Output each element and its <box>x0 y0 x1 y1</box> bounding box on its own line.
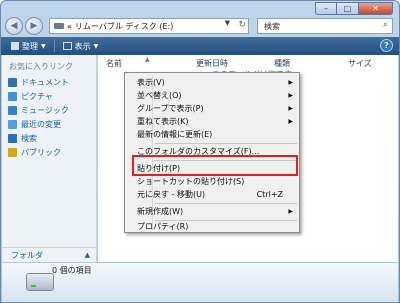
favorites-list: ドキュメント ピクチャ ミュージック 最近の変更 検索 パブリック <box>8 75 69 159</box>
item-count: 0 個の項目 <box>52 266 92 275</box>
navigation-pane: お気に入りリンク ドキュメント ピクチャ ミュージック 最近の変更 検索 パブリ… <box>2 55 97 289</box>
menu-shortcut: Ctrl+Z <box>256 190 283 199</box>
menu-item-label: 新規作成(W) <box>137 207 184 216</box>
sidebar-item-recent[interactable]: 最近の変更 <box>8 117 69 131</box>
sidebar-item-label: 最近の変更 <box>21 119 61 129</box>
recent-changes-icon <box>8 119 17 129</box>
maximize-button[interactable]: □ <box>337 2 359 15</box>
refresh-icon[interactable]: ↻ <box>238 20 246 30</box>
address-bar[interactable]: « リムーバブル ディスク (E:) ▼ ↻ <box>49 18 249 34</box>
menu-item-sort[interactable]: 並べ替え(O) ▶ <box>137 89 297 102</box>
organize-icon <box>11 42 19 50</box>
column-label: 名前 <box>106 59 122 68</box>
menu-item-view[interactable]: 表示(V) ▶ <box>137 76 297 89</box>
menu-item-label: グループで表示(P) <box>137 104 204 113</box>
forward-button[interactable]: ▶ <box>25 17 43 35</box>
menu-item-label: ショートカットの貼り付け(S) <box>137 177 245 186</box>
submenu-arrow-icon: ▶ <box>288 92 293 99</box>
menu-item-paste-shortcut[interactable]: ショートカットの貼り付け(S) <box>137 175 297 188</box>
explorer-window: – □ ✕ ◀ ▶ « リムーバブル ディスク (E:) ▼ ↻ 検索 ⌕ 整理… <box>0 0 400 303</box>
paste-highlight-box <box>132 155 298 176</box>
submenu-arrow-icon: ▶ <box>288 105 293 112</box>
sidebar-item-label: パブリック <box>21 147 61 157</box>
sidebar-item-search[interactable]: 検索 <box>8 131 69 145</box>
views-button[interactable]: 表示 ▼ <box>59 41 103 52</box>
sidebar-item-label: ドキュメント <box>21 77 69 87</box>
column-label: 更新日時 <box>196 59 228 68</box>
chevron-down-icon: ▼ <box>93 42 99 50</box>
menu-item-properties[interactable]: プロパティ(R) <box>137 220 297 233</box>
menu-item-label: 表示(V) <box>137 78 165 87</box>
minimize-button[interactable]: – <box>315 2 337 15</box>
sidebar-item-documents[interactable]: ドキュメント <box>8 75 69 89</box>
menu-item-label: 並べ替え(O) <box>137 91 182 100</box>
organize-button[interactable]: 整理 ▼ <box>7 41 50 52</box>
chevron-up-icon[interactable]: ▲ <box>85 251 90 259</box>
documents-icon <box>8 77 17 87</box>
menu-separator <box>155 203 297 204</box>
menu-item-label: 元に戻す - 移動(U) <box>137 190 206 199</box>
search-folder-icon <box>8 133 17 143</box>
sidebar-item-label: ピクチャ <box>21 91 53 101</box>
column-header-size[interactable]: サイズ <box>348 58 372 70</box>
folders-label: フォルダ <box>11 251 43 260</box>
command-toolbar: 整理 ▼ 表示 ▼ ? <box>1 37 399 55</box>
menu-item-refresh[interactable]: 最新の情報に更新(E) <box>137 128 297 141</box>
toolbar-divider <box>53 40 55 52</box>
removable-drive-icon <box>26 273 54 291</box>
address-chevron-icon: « <box>67 21 72 31</box>
sidebar-item-public[interactable]: パブリック <box>8 145 69 159</box>
submenu-arrow-icon: ▶ <box>288 79 293 86</box>
sidebar-item-label: 検索 <box>21 133 37 143</box>
menu-item-undo-move[interactable]: 元に戻す - 移動(U) Ctrl+Z <box>137 188 297 201</box>
search-placeholder: 検索 <box>264 21 280 31</box>
column-header-name[interactable]: 名前 <box>106 58 122 70</box>
organize-label: 整理 <box>22 41 38 51</box>
menu-item-stack[interactable]: 重ねて表示(K) ▶ <box>137 115 297 128</box>
column-label: サイズ <box>348 59 372 68</box>
column-label: 種類 <box>274 59 290 68</box>
forward-arrow-icon: ▶ <box>30 21 38 31</box>
address-text: リムーバブル ディスク (E:) <box>74 21 174 31</box>
details-pane: 0 個の項目 <box>2 262 398 302</box>
search-icon[interactable]: ⌕ <box>383 20 388 30</box>
views-label: 表示 <box>74 41 91 51</box>
menu-separator <box>155 143 297 144</box>
folders-bar[interactable]: フォルダ ▲ <box>2 247 96 263</box>
drive-small-icon <box>54 23 64 29</box>
navigation-row: ◀ ▶ « リムーバブル ディスク (E:) ▼ ↻ 検索 ⌕ <box>5 17 397 37</box>
back-button[interactable]: ◀ <box>5 17 23 35</box>
menu-item-label: 重ねて表示(K) <box>137 117 189 126</box>
sort-arrow-icon: ▲ <box>145 56 150 63</box>
submenu-arrow-icon: ▶ <box>288 208 293 215</box>
chevron-down-icon: ▼ <box>41 42 46 50</box>
close-button[interactable]: ✕ <box>359 2 393 15</box>
submenu-arrow-icon: ▶ <box>288 118 293 125</box>
sidebar-item-pictures[interactable]: ピクチャ <box>8 89 69 103</box>
favorites-title: お気に入りリンク <box>9 62 73 71</box>
menu-item-label: プロパティ(R) <box>137 222 189 231</box>
menu-item-new[interactable]: 新規作成(W) ▶ <box>137 205 297 218</box>
menu-item-label: 最新の情報に更新(E) <box>137 130 213 139</box>
pictures-icon <box>8 91 17 101</box>
back-arrow-icon: ◀ <box>10 21 18 31</box>
music-icon <box>8 105 17 115</box>
context-menu: 表示(V) ▶ 並べ替え(O) ▶ グループで表示(P) ▶ 重ねて表示(K) … <box>124 72 300 233</box>
sidebar-item-label: ミュージック <box>21 105 69 115</box>
address-dropdown-icon[interactable]: ▼ <box>225 19 230 27</box>
menu-item-group[interactable]: グループで表示(P) ▶ <box>137 102 297 115</box>
public-folder-icon <box>8 147 17 157</box>
search-input[interactable]: 検索 ⌕ <box>257 18 393 34</box>
sidebar-item-music[interactable]: ミュージック <box>8 103 69 117</box>
caption-buttons: – □ ✕ <box>315 2 393 15</box>
help-icon[interactable]: ? <box>380 39 393 52</box>
views-icon <box>62 42 72 50</box>
